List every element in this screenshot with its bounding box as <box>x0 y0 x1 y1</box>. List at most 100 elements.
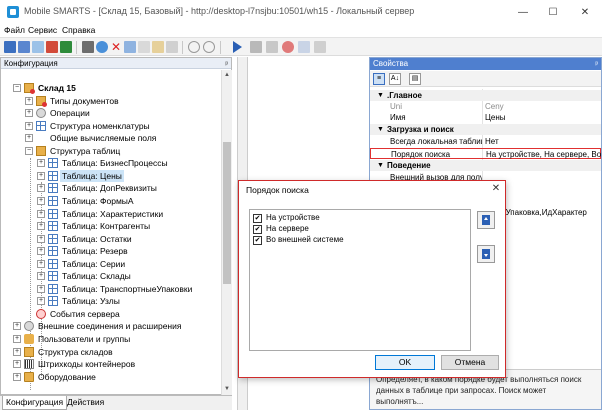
property-value[interactable]: На устройстве, На сервере, Во в <box>486 149 602 160</box>
expand-icon[interactable]: + <box>25 134 33 143</box>
play-icon[interactable] <box>233 41 242 53</box>
tree-item[interactable]: + Таблица: Контрагенты <box>1 220 221 232</box>
expand-icon[interactable]: + <box>37 284 45 293</box>
back-icon[interactable] <box>188 41 200 53</box>
expand-icon[interactable]: + <box>37 209 45 218</box>
tree-item[interactable]: + Таблица: Серии <box>1 258 221 270</box>
expand-icon[interactable]: + <box>13 335 21 343</box>
ok-button[interactable]: OK <box>375 355 435 370</box>
tree-item[interactable]: + Таблица: ФормыА <box>1 195 221 207</box>
expand-icon[interactable]: + <box>25 121 33 130</box>
save-all-icon[interactable] <box>18 41 30 53</box>
step-icon[interactable] <box>266 41 278 53</box>
expand-icon[interactable]: + <box>37 297 45 306</box>
tree-item[interactable]: + Таблица: БизнесПроцессы <box>1 157 221 169</box>
expand-icon[interactable]: + <box>37 171 45 180</box>
scroll-down-arrow[interactable]: ▼ <box>222 384 232 394</box>
publish-icon[interactable] <box>32 41 44 53</box>
close-button[interactable]: ✕ <box>570 0 600 24</box>
menu-file[interactable]: Файл <box>4 25 25 35</box>
tree-item[interactable]: + Штрихкоды контейнеров <box>1 358 221 370</box>
expand-icon[interactable]: + <box>37 222 45 231</box>
property-row[interactable]: Uni Ceny <box>370 101 601 112</box>
tree-item[interactable]: + Таблица: Характеристики <box>1 208 221 220</box>
tree-item[interactable]: События сервера <box>1 308 221 320</box>
property-row[interactable]: Имя Цены <box>370 112 601 123</box>
tab-configuration[interactable]: Конфигурация <box>2 396 68 410</box>
scroll-up-arrow[interactable]: ▲ <box>222 70 232 80</box>
tree-item[interactable]: + Таблица: Резерв <box>1 245 221 257</box>
minimize-button[interactable]: — <box>508 0 538 24</box>
tree-scrollbar[interactable]: ▲ ▼ <box>221 70 232 395</box>
tree-item[interactable]: + Таблица: Узлы <box>1 295 221 307</box>
copy-icon[interactable] <box>124 41 136 53</box>
expand-icon[interactable]: + <box>37 234 45 243</box>
property-value[interactable]: Цены <box>485 112 601 123</box>
settings-icon[interactable] <box>314 41 326 53</box>
alphabetical-sort-icon[interactable]: A↓ <box>389 73 401 85</box>
cut-icon[interactable] <box>138 41 150 53</box>
expand-icon[interactable]: + <box>37 259 45 268</box>
property-row[interactable]: Порядок поиска На устройстве, На сервере,… <box>370 148 602 160</box>
expand-icon[interactable]: + <box>13 372 21 381</box>
expand-icon[interactable]: + <box>37 272 45 281</box>
record-icon[interactable] <box>282 41 294 53</box>
collapse-icon[interactable]: − <box>25 146 33 155</box>
tree-item[interactable]: + Пользователи и группы <box>1 333 221 345</box>
collapse-icon[interactable]: − <box>13 84 21 92</box>
tree-item[interactable]: + Оборудование <box>1 371 221 383</box>
expand-icon[interactable]: + <box>13 360 21 369</box>
dialog-close-button[interactable]: ✕ <box>488 182 504 196</box>
property-row[interactable]: Всегда локальная таблица Нет <box>370 136 601 147</box>
categorized-view-icon[interactable]: ≡ <box>373 73 385 85</box>
tree-item[interactable]: + Таблица: Склады <box>1 270 221 282</box>
expand-icon[interactable]: + <box>37 247 45 256</box>
paste-icon[interactable] <box>152 41 164 53</box>
checkbox-on-server[interactable]: ✔ <box>253 225 262 234</box>
property-pages-icon[interactable]: ▤ <box>409 73 421 85</box>
property-category[interactable]: ▼ Поведение <box>370 160 601 171</box>
menu-service[interactable]: Сервис <box>28 25 57 35</box>
tree-item[interactable]: + Структура номенклатуры <box>1 120 221 132</box>
tree-item[interactable]: + Внешние соединения и расширения <box>1 320 221 332</box>
tree-item[interactable]: + Типы документов <box>1 95 221 107</box>
tree-item[interactable]: + Таблица: ТранспортныеУпаковки <box>1 283 221 295</box>
property-value[interactable]: Нет <box>485 136 601 147</box>
property-value[interactable]: Ceny <box>485 101 601 112</box>
tree-item[interactable]: − Структура таблиц <box>1 145 221 157</box>
pin-icon[interactable]: ᵖ <box>595 59 598 71</box>
tree-item[interactable]: + Общие вычисляемые поля <box>1 132 221 144</box>
checkbox-on-device[interactable]: ✔ <box>253 214 262 223</box>
category-toggle-icon[interactable]: ▼ <box>377 90 384 101</box>
move-down-button[interactable] <box>477 245 495 263</box>
tab-actions[interactable]: Действия <box>64 396 107 410</box>
tree-item[interactable]: + Таблица: ДопРеквизиты <box>1 182 221 194</box>
expand-icon[interactable]: + <box>25 109 33 118</box>
tree-item[interactable]: + Структура складов <box>1 346 221 358</box>
spellcheck-icon[interactable] <box>82 41 94 53</box>
cancel-button[interactable]: Отмена <box>441 355 499 370</box>
import-icon[interactable] <box>60 41 72 53</box>
pin-icon[interactable]: ᵖ <box>225 59 228 70</box>
category-toggle-icon[interactable]: ▼ <box>377 124 384 135</box>
forward-icon[interactable] <box>203 41 215 53</box>
expand-icon[interactable]: + <box>13 322 21 331</box>
debug-icon[interactable] <box>298 41 310 53</box>
category-toggle-icon[interactable]: ▼ <box>377 160 384 171</box>
pause-icon[interactable] <box>250 41 262 53</box>
expand-icon[interactable]: + <box>37 184 45 193</box>
delete-icon[interactable]: ✕ <box>110 41 122 53</box>
move-up-button[interactable] <box>477 211 495 229</box>
tree-item[interactable]: − Склад 15 <box>1 82 221 94</box>
scroll-thumb[interactable] <box>223 142 231 284</box>
property-category[interactable]: ▼ Загрузка и поиск <box>370 124 601 135</box>
tree-item[interactable]: + Операции <box>1 107 221 119</box>
tree-item[interactable]: + Таблица: Остатки <box>1 233 221 245</box>
checkbox-external-system[interactable]: ✔ <box>253 236 262 245</box>
property-category[interactable]: ▼ .Главное <box>370 90 601 101</box>
maximize-button[interactable]: ☐ <box>538 0 568 24</box>
expand-icon[interactable]: + <box>37 196 45 205</box>
export-icon[interactable] <box>46 41 58 53</box>
expand-icon[interactable]: + <box>25 96 33 105</box>
search-icon[interactable] <box>96 41 108 53</box>
